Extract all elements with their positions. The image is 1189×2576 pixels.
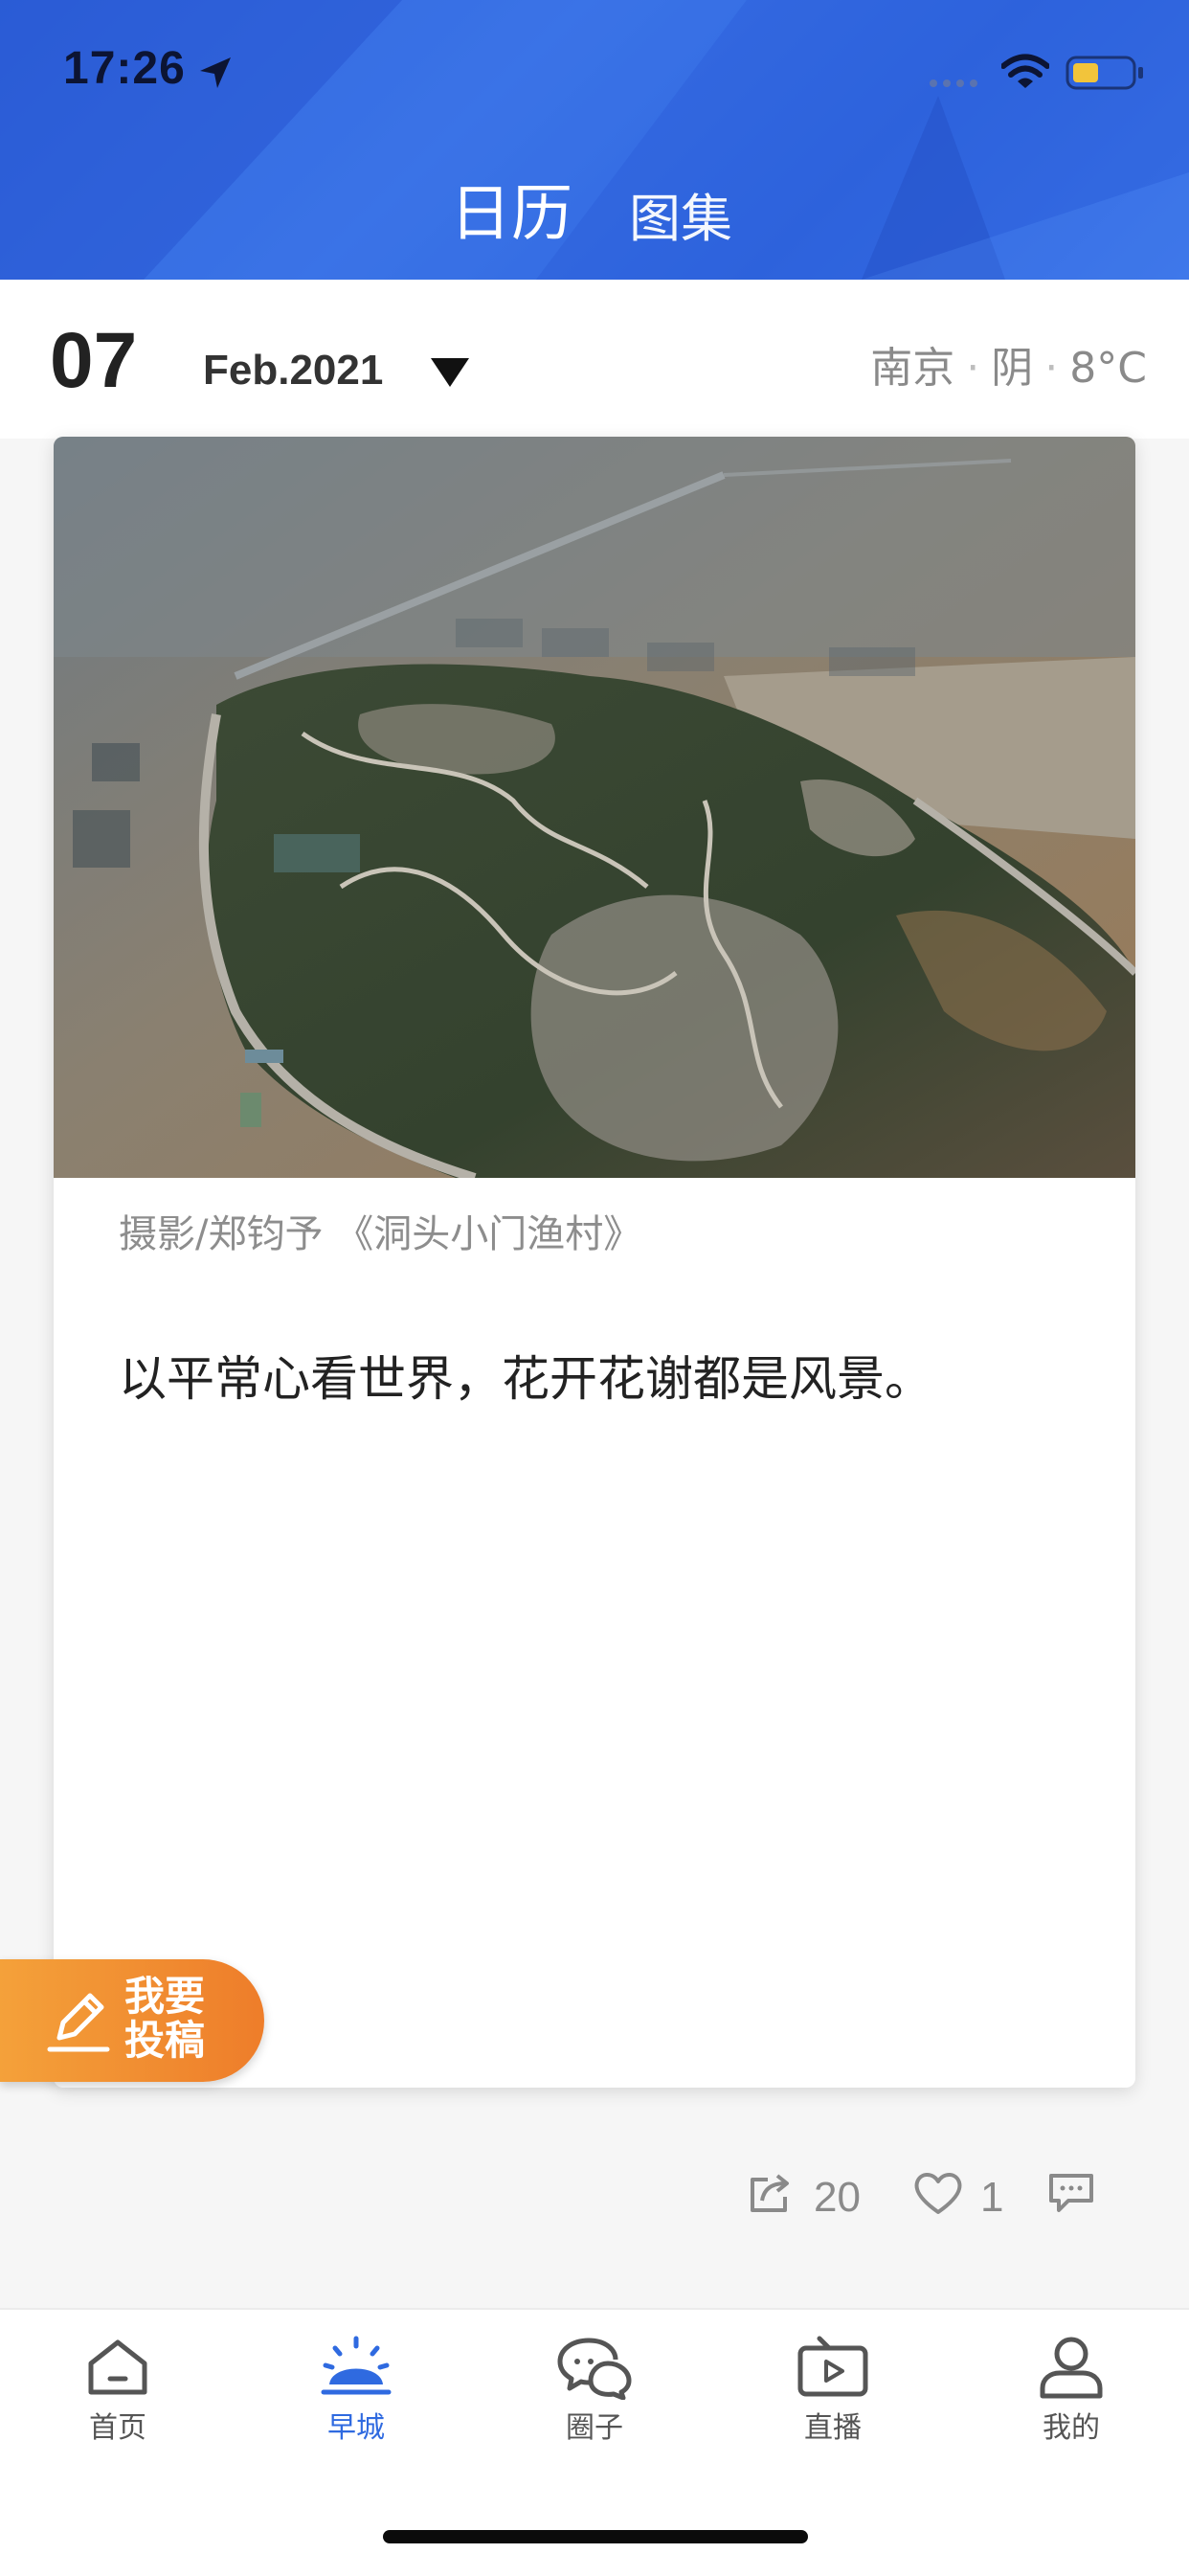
date-month-year[interactable]: Feb.2021 <box>203 347 383 395</box>
signal-dots-icon <box>930 79 977 87</box>
card-actions: 20 1 <box>0 2168 1189 2235</box>
location-arrow-icon <box>200 57 231 88</box>
tab-calendar[interactable]: 日历 <box>450 165 572 253</box>
submit-article-button[interactable]: 我要 投稿 <box>0 1959 264 2082</box>
wifi-icon <box>1001 54 1049 88</box>
photo-credit: 摄影/郑钧予 《洞头小门渔村》 <box>119 1212 642 1256</box>
date-day: 07 <box>50 317 138 404</box>
tab-gallery[interactable]: 图集 <box>629 176 732 252</box>
comment-icon[interactable] <box>1047 2170 1095 2214</box>
nav-circle[interactable]: 圈子 <box>499 2335 690 2446</box>
aerial-island-photo[interactable] <box>54 437 1135 1178</box>
submit-label-line1: 我要 <box>124 1973 206 2020</box>
pen-icon <box>47 1993 110 2052</box>
nav-home-label: 首页 <box>89 2411 146 2445</box>
nav-live-label: 直播 <box>804 2411 862 2445</box>
battery-icon <box>1066 56 1143 90</box>
caret-down-icon[interactable] <box>429 356 471 389</box>
like-count: 1 <box>980 2174 1004 2221</box>
nav-live[interactable]: 直播 <box>737 2335 929 2446</box>
status-time: 17:26 <box>63 43 186 94</box>
submit-label-line2: 投稿 <box>124 2017 206 2064</box>
share-count: 20 <box>814 2174 861 2221</box>
weather-temperature: 8°C <box>1069 344 1147 393</box>
weather-condition: 阴 <box>991 344 1034 393</box>
heart-icon[interactable] <box>913 2170 963 2216</box>
home-icon <box>88 2339 147 2395</box>
home-indicator[interactable] <box>383 2530 808 2543</box>
nav-profile[interactable]: 我的 <box>976 2335 1167 2446</box>
chat-bubbles-icon <box>557 2338 632 2400</box>
daily-quote: 以平常心看世界，花开花谢都是风景。 <box>119 1351 932 1407</box>
tv-play-icon <box>797 2336 868 2397</box>
nav-profile-label: 我的 <box>1043 2411 1100 2445</box>
submit-label: 我要 投稿 <box>124 1975 220 2063</box>
top-header: 17:26 日历 图集 <box>0 0 1189 280</box>
nav-home[interactable]: 首页 <box>22 2335 213 2446</box>
sunrise-icon <box>321 2336 392 2395</box>
nav-morning-city[interactable]: 早城 <box>260 2335 452 2446</box>
user-icon <box>1040 2337 1103 2399</box>
nav-morning-city-label: 早城 <box>327 2411 385 2445</box>
weather-info: 南京 · 阴 · 8°C <box>870 344 1147 393</box>
nav-circle-label: 圈子 <box>566 2411 623 2445</box>
share-icon[interactable] <box>747 2168 795 2216</box>
weather-city: 南京 <box>870 344 955 393</box>
daily-card[interactable]: 摄影/郑钧予 《洞头小门渔村》 以平常心看世界，花开花谢都是风景。 <box>54 437 1135 2088</box>
